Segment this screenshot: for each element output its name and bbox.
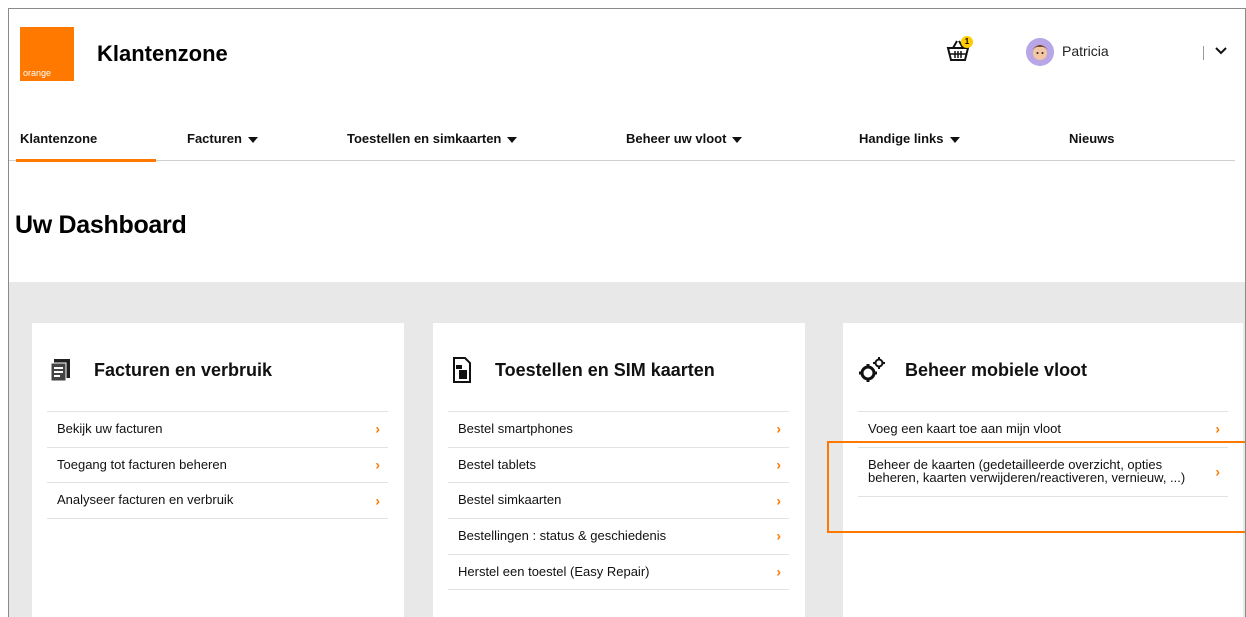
nav-active-indicator — [16, 159, 156, 162]
card-link-list: Bekijk uw facturen › Toegang tot facture… — [47, 411, 388, 519]
card-title: Toestellen en SIM kaarten — [495, 359, 715, 380]
chevron-right-icon: › — [776, 456, 781, 473]
nav-item-label: Handige links — [859, 131, 944, 146]
list-item[interactable]: Bestel simkaarten › — [448, 483, 789, 519]
list-item-label: Herstel een toestel (Easy Repair) — [458, 563, 650, 579]
list-item-label: Beheer de kaarten (gedetailleerde overzi… — [868, 456, 1186, 486]
nav-item-label: Facturen — [187, 131, 242, 146]
caret-down-icon — [507, 136, 518, 143]
card-header: Beheer mobiele vloot — [857, 355, 1087, 385]
card-facturen: Facturen en verbruik Bekijk uw facturen … — [32, 323, 404, 617]
app-title: Klantenzone — [97, 41, 228, 66]
gears-icon — [857, 355, 887, 385]
chevron-right-icon: › — [776, 563, 781, 580]
nav-item-label: Nieuws — [1069, 131, 1115, 146]
user-menu-divider — [1203, 46, 1204, 60]
card-link-list: Bestel smartphones › Bestel tablets › Be… — [448, 411, 789, 591]
list-item-label: Bestel smartphones — [458, 421, 573, 436]
list-item-label: Toegang tot facturen beheren — [57, 456, 227, 472]
list-item-label: Voeg een kaart toe aan mijn vloot — [868, 421, 1061, 436]
caret-down-icon — [247, 136, 258, 143]
list-item-label: Bekijk uw facturen — [57, 421, 163, 436]
list-item-label: Analyseer facturen en verbruik — [57, 492, 234, 508]
nav-item-nieuws[interactable]: Nieuws — [1069, 131, 1115, 146]
chevron-right-icon: › — [1215, 463, 1220, 480]
card-header: Facturen en verbruik — [46, 355, 272, 385]
header: orange Klantenzone 1 Patricia — [9, 9, 1245, 109]
list-item-label: Bestel simkaarten — [458, 492, 562, 508]
main-navigation: Klantenzone Facturen Toestellen en simka… — [9, 109, 1235, 162]
nav-item-toestellen[interactable]: Toestellen en simkaarten — [347, 131, 518, 146]
chevron-right-icon: › — [375, 492, 380, 509]
card-beheer-vloot: Beheer mobiele vloot Voeg een kaart toe … — [843, 323, 1243, 617]
list-item[interactable]: Toegang tot facturen beheren › — [47, 448, 388, 484]
list-item-label: Bestel tablets — [458, 456, 537, 472]
nav-item-label: Klantenzone — [20, 131, 98, 146]
chevron-right-icon: › — [1215, 420, 1220, 437]
list-item[interactable]: Beheer de kaarten (gedetailleerde overzi… — [858, 448, 1228, 497]
card-title: Facturen en verbruik — [94, 359, 273, 380]
nav-item-handige-links[interactable]: Handige links — [859, 131, 960, 146]
list-item[interactable]: Herstel een toestel (Easy Repair) › — [448, 555, 789, 591]
card-link-list: Voeg een kaart toe aan mijn vloot › Behe… — [858, 411, 1228, 497]
list-item[interactable]: Bestel tablets › — [448, 448, 789, 484]
chevron-right-icon: › — [776, 527, 781, 544]
list-item[interactable]: Voeg een kaart toe aan mijn vloot › — [858, 411, 1228, 448]
invoice-icon — [46, 355, 76, 385]
card-toestellen: Toestellen en SIM kaarten Bestel smartph… — [433, 323, 805, 617]
list-item[interactable]: Bestellingen : status & geschiedenis › — [448, 519, 789, 555]
user-avatar-icon — [1026, 38, 1054, 66]
cart-badge: 1 — [961, 36, 973, 48]
orange-logo[interactable]: orange — [20, 27, 74, 81]
page-title: Uw Dashboard — [15, 211, 187, 239]
caret-down-icon — [949, 136, 960, 143]
list-item[interactable]: Bekijk uw facturen › — [47, 411, 388, 448]
chevron-right-icon: › — [776, 420, 781, 437]
chevron-right-icon: › — [776, 492, 781, 509]
nav-item-beheer-vloot[interactable]: Beheer uw vloot — [626, 131, 743, 146]
chevron-down-icon — [1215, 47, 1227, 55]
list-item[interactable]: Bestel smartphones › — [448, 411, 789, 448]
avatar[interactable] — [1026, 38, 1054, 66]
app-window: orange Klantenzone 1 Patricia Klantenzon… — [8, 8, 1246, 617]
user-menu-toggle[interactable] — [1213, 42, 1229, 58]
list-item-label: Bestellingen : status & geschiedenis — [458, 527, 667, 543]
nav-item-klantenzone[interactable]: Klantenzone — [20, 131, 97, 146]
chevron-right-icon: › — [375, 456, 380, 473]
user-name[interactable]: Patricia — [1062, 43, 1109, 59]
chevron-right-icon: › — [375, 420, 380, 437]
sim-card-icon — [447, 355, 477, 385]
list-item[interactable]: Analyseer facturen en verbruik › — [47, 483, 388, 519]
caret-down-icon — [732, 136, 743, 143]
card-header: Toestellen en SIM kaarten — [447, 355, 715, 385]
card-title: Beheer mobiele vloot — [905, 359, 1088, 380]
nav-item-label: Toestellen en simkaarten — [347, 131, 502, 146]
nav-item-facturen[interactable]: Facturen — [187, 131, 258, 146]
logo-text: orange — [23, 68, 52, 78]
nav-item-label: Beheer uw vloot — [626, 131, 727, 146]
shopping-basket-button[interactable]: 1 — [945, 36, 975, 68]
